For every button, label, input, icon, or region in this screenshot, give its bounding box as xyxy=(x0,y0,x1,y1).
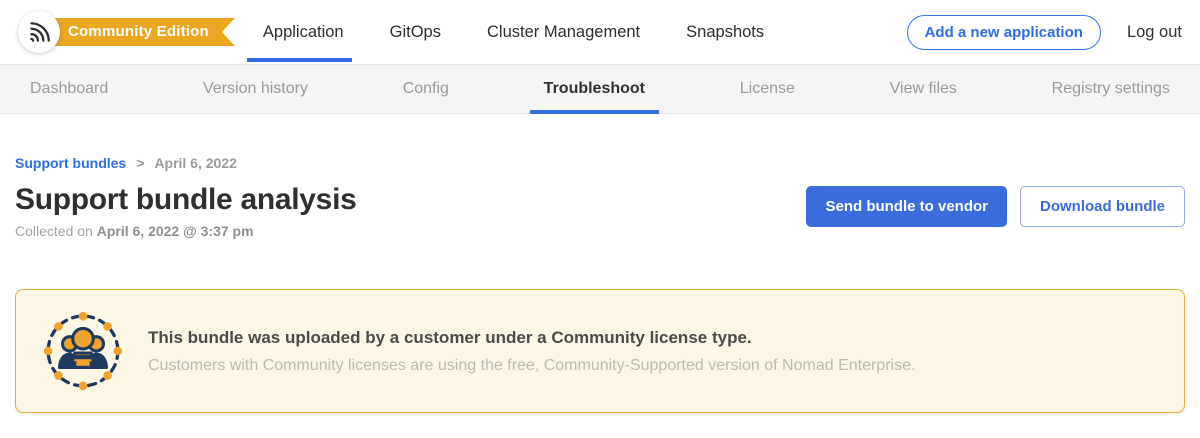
add-application-button[interactable]: Add a new application xyxy=(907,15,1101,50)
title-row: Support bundle analysis Collected on Apr… xyxy=(15,183,1185,239)
breadcrumb: Support bundles > April 6, 2022 xyxy=(15,155,1185,171)
collected-date: April 6, 2022 @ 3:37 pm xyxy=(97,223,254,239)
top-nav-gitops[interactable]: GitOps xyxy=(390,0,441,64)
top-nav: Application GitOps Cluster Management Sn… xyxy=(263,0,764,64)
subnav-troubleshoot[interactable]: Troubleshoot xyxy=(544,65,645,113)
app-sub-nav: Dashboard Version history Config Trouble… xyxy=(0,64,1200,114)
alert-text: This bundle was uploaded by a customer u… xyxy=(148,328,915,375)
subnav-license[interactable]: License xyxy=(740,65,795,113)
top-nav-snapshots[interactable]: Snapshots xyxy=(686,0,764,64)
community-people-icon xyxy=(42,310,124,392)
replicated-logo-icon[interactable] xyxy=(18,11,60,53)
download-bundle-button[interactable]: Download bundle xyxy=(1020,186,1185,227)
breadcrumb-current: April 6, 2022 xyxy=(154,155,237,171)
logout-button[interactable]: Log out xyxy=(1127,23,1182,42)
edition-badge: Community Edition xyxy=(48,18,235,46)
bundle-actions: Send bundle to vendor Download bundle xyxy=(806,186,1185,227)
alert-heading: This bundle was uploaded by a customer u… xyxy=(148,328,915,348)
subnav-version-history[interactable]: Version history xyxy=(203,65,308,113)
subnav-view-files[interactable]: View files xyxy=(890,65,957,113)
collected-prefix: Collected on xyxy=(15,223,97,239)
main-content: Support bundles > April 6, 2022 Support … xyxy=(0,155,1200,413)
breadcrumb-separator: > xyxy=(136,155,144,171)
subnav-config[interactable]: Config xyxy=(403,65,449,113)
alert-body: Customers with Community licenses are us… xyxy=(148,357,915,375)
breadcrumb-support-bundles-link[interactable]: Support bundles xyxy=(15,155,126,171)
send-bundle-to-vendor-button[interactable]: Send bundle to vendor xyxy=(806,186,1007,227)
replicated-logo-glyph xyxy=(26,19,52,45)
top-header: Community Edition Application GitOps Clu… xyxy=(0,0,1200,64)
page-title: Support bundle analysis xyxy=(15,183,356,217)
subnav-registry-settings[interactable]: Registry settings xyxy=(1052,65,1170,113)
collected-timestamp: Collected on April 6, 2022 @ 3:37 pm xyxy=(15,223,356,239)
top-nav-cluster-management[interactable]: Cluster Management xyxy=(487,0,640,64)
community-license-alert: This bundle was uploaded by a customer u… xyxy=(15,289,1185,413)
top-nav-application[interactable]: Application xyxy=(263,0,344,64)
title-block: Support bundle analysis Collected on Apr… xyxy=(15,183,356,239)
subnav-dashboard[interactable]: Dashboard xyxy=(30,65,108,113)
